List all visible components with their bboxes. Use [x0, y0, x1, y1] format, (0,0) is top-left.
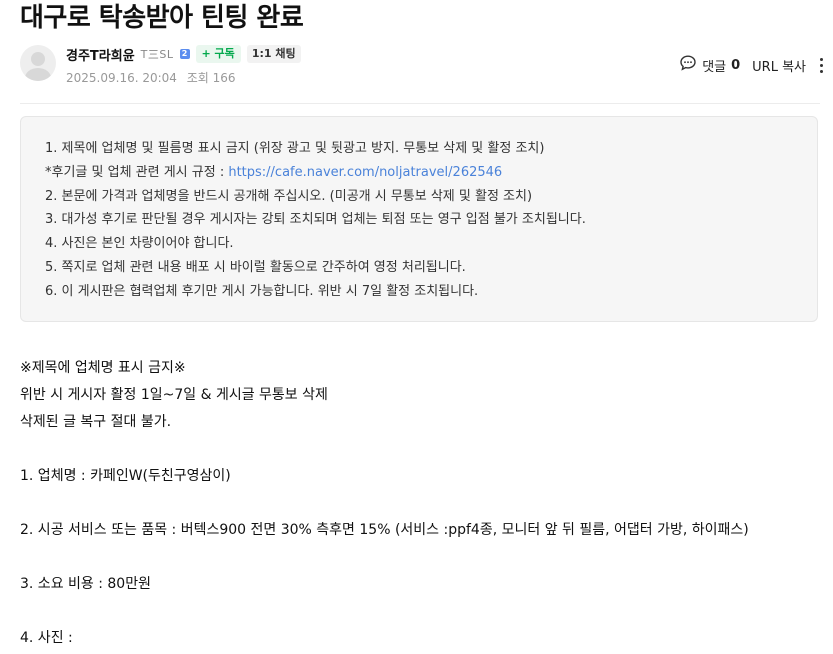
content-blank-line	[20, 544, 820, 571]
post-title: 대구로 탁송받아 틴팅 완료	[20, 3, 304, 33]
speech-bubble-icon	[679, 54, 697, 76]
post-content: ※제목에 업체명 표시 금지※ 위반 시 게시자 활정 1일~7일 & 게시글 …	[20, 355, 820, 652]
kebab-menu-icon[interactable]	[818, 57, 825, 73]
author-level: T三SL	[140, 48, 174, 61]
content-line: 2. 시공 서비스 또는 품목 : 버텍스900 전면 30% 측후면 15% …	[20, 522, 749, 538]
post-meta: 2025.09.16. 20:04 조회 166	[66, 69, 242, 86]
post-page: 대구로 탁송받아 틴팅 완료 경주T라희윤 T三SL 2 + 구독 1:1 채팅…	[0, 0, 833, 654]
author-avatar[interactable]	[20, 45, 56, 81]
notice-line: 5. 쪽지로 업체 관련 내용 배포 시 바이럴 활동으로 간주하여 영정 처리…	[45, 259, 466, 275]
url-copy-button[interactable]: URL 복사	[752, 56, 806, 75]
content-blank-line	[20, 436, 820, 463]
post-date: 2025.09.16. 20:04	[66, 71, 177, 85]
notice-rule-prefix: *후기글 및 업체 관련 게시 규정 :	[45, 164, 229, 180]
content-line: 1. 업체명 : 카페인W(두친구영삼이)	[20, 468, 231, 484]
notice-line: 3. 대가성 후기로 판단될 경우 게시자는 강퇴 조치되며 업체는 퇴점 또는…	[45, 212, 586, 228]
follow-button[interactable]: + 구독	[195, 45, 241, 63]
content-line: 삭제된 글 복구 절대 불가.	[20, 414, 172, 430]
content-line: 위반 시 게시자 활정 1일~7일 & 게시글 무통보 삭제	[20, 387, 328, 403]
post-actions: 댓글 0 URL 복사	[679, 54, 825, 76]
chat-button[interactable]: 1:1 채팅	[246, 45, 301, 63]
view-count: 조회 166	[186, 71, 236, 85]
comment-button[interactable]: 댓글 0	[679, 54, 740, 76]
notice-rule-link[interactable]: https://cafe.naver.com/noljatravel/26254…	[228, 165, 502, 180]
comment-count: 0	[731, 57, 741, 73]
content-blank-line	[20, 490, 820, 517]
content-blank-line	[20, 598, 820, 625]
avatar-head-shape	[31, 52, 45, 66]
level-badge-icon: 2	[179, 49, 190, 59]
author-line: 경주T라희윤 T三SL 2 + 구독 1:1 채팅	[66, 44, 301, 64]
notice-line: 2. 본문에 가격과 업체명을 반드시 공개해 주십시오. (미공개 시 무통보…	[45, 188, 533, 204]
author-name[interactable]: 경주T라희윤	[66, 45, 135, 64]
notice-line: 6. 이 게시판은 협력업체 후기만 게시 가능합니다. 위반 시 7일 활정 …	[45, 283, 479, 299]
content-line: 4. 사진 :	[20, 630, 73, 646]
notice-line: 1. 제목에 업체명 및 필름명 표시 금지 (위장 광고 및 뒷광고 방지. …	[45, 141, 545, 156]
notice-line: *후기글 및 업체 관련 게시 규정 : https://cafe.naver.…	[45, 161, 817, 185]
content-line: 3. 소요 비용 : 80만원	[20, 576, 151, 592]
notice-line: 4. 사진은 본인 차량이어야 합니다.	[45, 236, 234, 252]
header-divider	[20, 103, 820, 104]
comment-label: 댓글	[702, 59, 727, 75]
content-line: ※제목에 업체명 표시 금지※	[20, 360, 186, 376]
notice-box: 1. 제목에 업체명 및 필름명 표시 금지 (위장 광고 및 뒷광고 방지. …	[20, 116, 818, 322]
avatar-body-shape	[25, 68, 51, 81]
